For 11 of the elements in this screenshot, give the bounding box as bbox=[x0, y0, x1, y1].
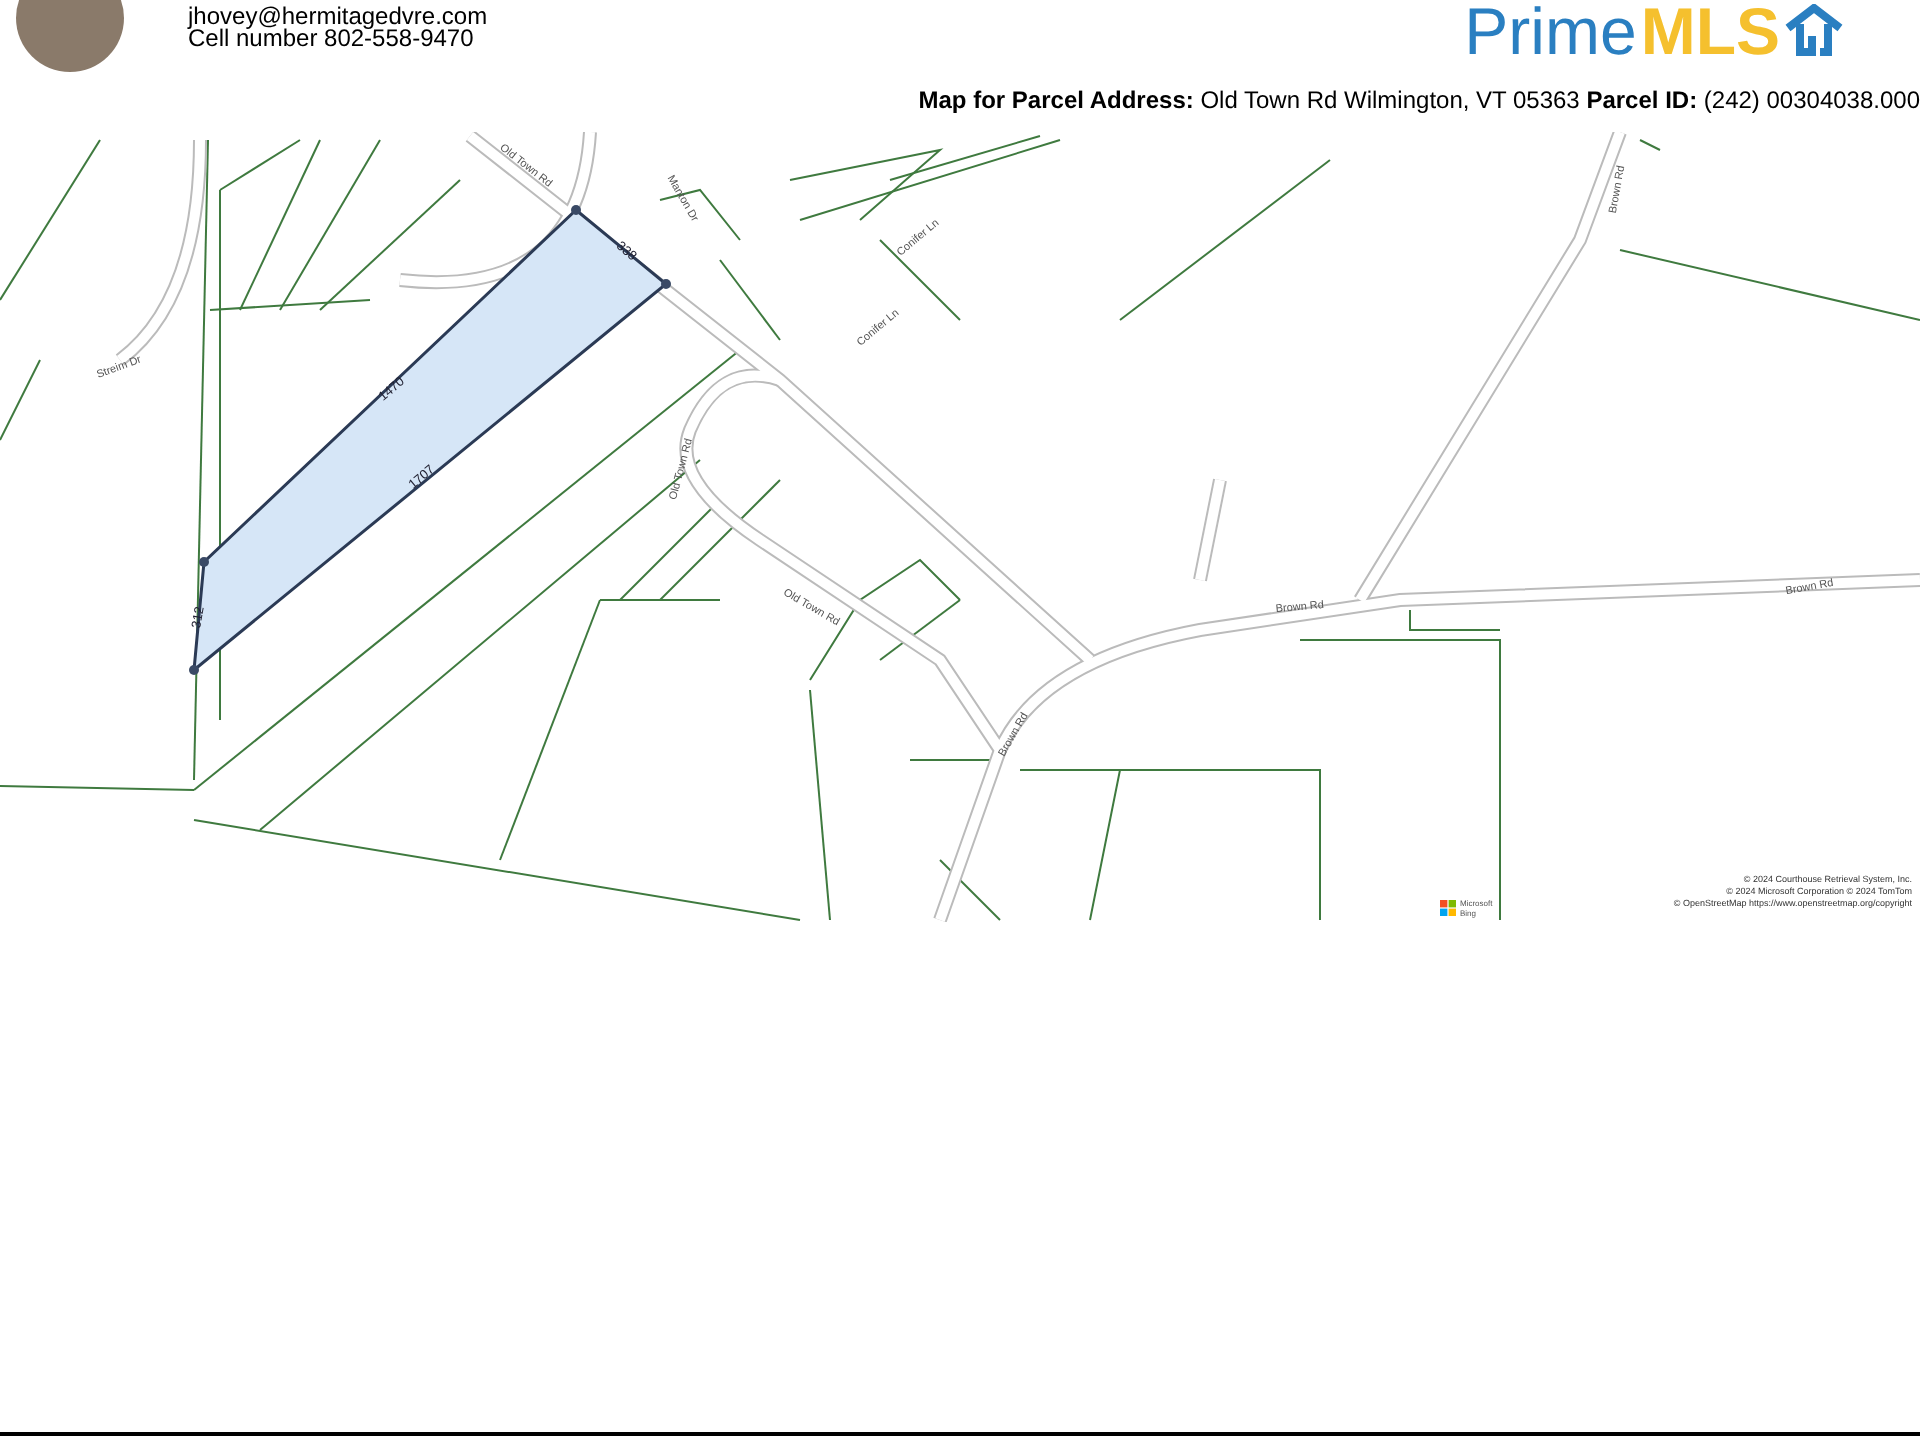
vertex-handle bbox=[189, 665, 199, 675]
vertex-handle bbox=[199, 557, 209, 567]
vertex-handle bbox=[661, 279, 671, 289]
house-icon bbox=[1784, 4, 1844, 56]
email-text: jhovey@hermitagedvre.com bbox=[188, 6, 488, 28]
logo-text: MLS bbox=[1640, 0, 1780, 64]
vertex-handle bbox=[571, 205, 581, 215]
logo-text: Prime bbox=[1464, 0, 1637, 64]
windows-logo-icon bbox=[1440, 900, 1456, 916]
map-title: Map for Parcel Address: Old Town Rd Wilmington, VT 05363 Parcel ID: (242) 00304038.000 bbox=[918, 86, 1920, 114]
phone-text: Cell number 802-558-9470 bbox=[188, 28, 474, 50]
